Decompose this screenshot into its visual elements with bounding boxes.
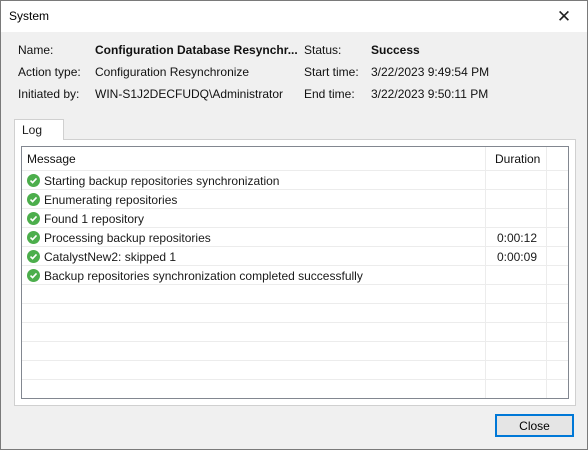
row-duration	[477, 266, 537, 285]
table-row[interactable]: CatalystNew2: skipped 1 0:00:09	[22, 247, 568, 266]
log-panel: Message Duration Starting backup reposit…	[14, 139, 576, 406]
row-message: Processing backup repositories	[27, 228, 211, 247]
empty-row	[22, 285, 568, 304]
action-type-label: Action type:	[18, 65, 81, 79]
success-check-icon	[27, 174, 40, 187]
table-row[interactable]: Starting backup repositories synchroniza…	[22, 171, 568, 190]
column-header-duration[interactable]: Duration	[495, 152, 540, 166]
success-check-icon	[27, 231, 40, 244]
row-message-text: Starting backup repositories synchroniza…	[44, 173, 280, 188]
list-header: Message Duration	[22, 147, 568, 171]
row-message: CatalystNew2: skipped 1	[27, 247, 176, 266]
system-dialog: System ✕ Name: Configuration Database Re…	[0, 0, 588, 450]
empty-row	[22, 380, 568, 398]
tab-log[interactable]: Log	[14, 119, 64, 140]
success-check-icon	[27, 193, 40, 206]
empty-row	[22, 342, 568, 361]
log-list[interactable]: Message Duration Starting backup reposit…	[21, 146, 569, 399]
row-duration	[477, 209, 537, 228]
empty-row	[22, 304, 568, 323]
row-duration	[477, 171, 537, 190]
row-message-text: Processing backup repositories	[44, 230, 211, 245]
row-duration: 0:00:09	[496, 249, 537, 264]
status-label: Status:	[304, 43, 342, 57]
row-message: Enumerating repositories	[27, 190, 177, 209]
start-time-label: Start time:	[304, 65, 359, 79]
initiated-by-value: WIN-S1J2DECFUDQ\Administrator	[95, 87, 284, 101]
table-row[interactable]: Backup repositories synchronization comp…	[22, 266, 568, 285]
row-message: Starting backup repositories synchroniza…	[27, 171, 279, 190]
column-header-message[interactable]: Message	[27, 152, 76, 166]
window-title: System	[9, 9, 50, 23]
row-message: Backup repositories synchronization comp…	[27, 266, 363, 285]
name-label: Name:	[18, 43, 54, 57]
empty-row	[22, 361, 568, 380]
empty-row	[22, 323, 568, 342]
end-time-value: 3/22/2023 9:50:11 PM	[371, 87, 489, 101]
row-message-text: Enumerating repositories	[44, 192, 178, 207]
success-check-icon	[27, 212, 40, 225]
row-duration: 0:00:12	[496, 230, 537, 245]
success-check-icon	[27, 269, 40, 282]
row-message-text: CatalystNew2: skipped 1	[44, 249, 177, 264]
table-row[interactable]: Found 1 repository	[22, 209, 568, 228]
row-duration	[477, 190, 537, 209]
success-check-icon	[27, 250, 40, 263]
table-row[interactable]: Processing backup repositories 0:00:12	[22, 228, 568, 247]
table-row[interactable]: Enumerating repositories	[22, 190, 568, 209]
row-message-text: Found 1 repository	[44, 211, 145, 226]
status-value: Success	[371, 43, 420, 57]
action-type-value: Configuration Resynchronize	[95, 65, 250, 79]
close-button[interactable]: Close	[495, 414, 574, 437]
start-time-value: 3/22/2023 9:49:54 PM	[371, 65, 490, 79]
end-time-label: End time:	[304, 87, 355, 101]
title-bar: System ✕	[1, 1, 587, 32]
name-value: Configuration Database Resynchr...	[95, 43, 298, 57]
initiated-by-label: Initiated by:	[18, 87, 80, 101]
row-message: Found 1 repository	[27, 209, 144, 228]
close-icon[interactable]: ✕	[541, 1, 587, 32]
row-message-text: Backup repositories synchronization comp…	[44, 268, 363, 283]
